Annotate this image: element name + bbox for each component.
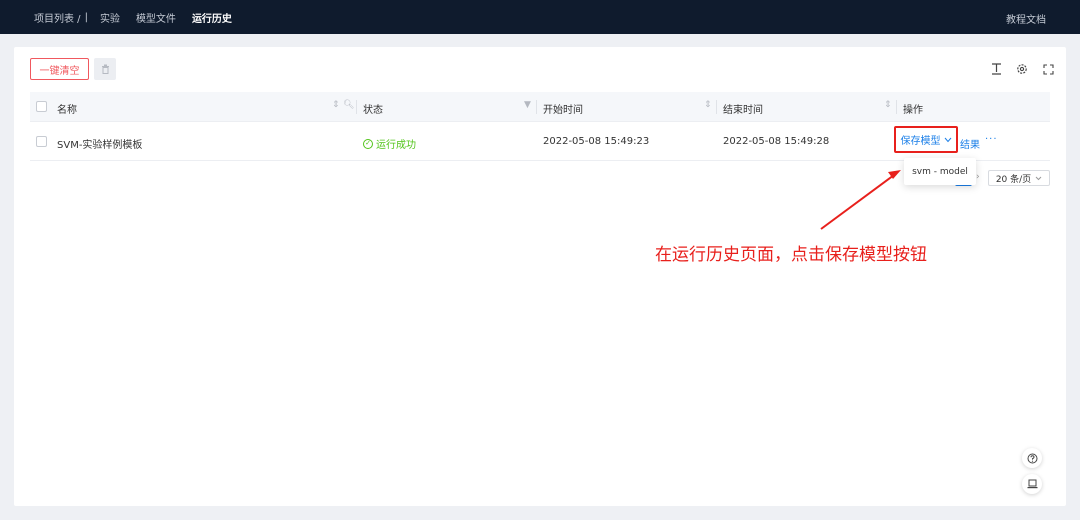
main-card: 一键清空 名称 ⇕ 🔍︎ 状态 ▼ 开始时间 ⇕ 结束时间 ⇕ 操作 SVM-实… — [14, 47, 1066, 506]
top-bar: 项目列表 / | 实验 模型文件 运行历史 教程文档 — [0, 0, 1080, 34]
breadcrumb-projects[interactable]: 项目列表 / — [34, 10, 81, 25]
nav-run-history[interactable]: 运行历史 — [192, 10, 232, 25]
help-button[interactable] — [1022, 448, 1042, 468]
breadcrumb-separator: | — [84, 11, 88, 23]
top-nav: 项目列表 / | 实验 模型文件 运行历史 — [34, 10, 248, 25]
laptop-icon — [1027, 479, 1037, 489]
help-icon — [1027, 453, 1037, 463]
docs-link[interactable]: 教程文档 — [1006, 11, 1046, 26]
annotation-arrow — [820, 170, 901, 230]
annotation-text: 在运行历史页面，点击保存模型按钮 — [655, 245, 927, 265]
nav-model-files[interactable]: 模型文件 — [136, 10, 176, 25]
nav-experiment[interactable]: 实验 — [100, 10, 120, 25]
feedback-button[interactable] — [1022, 474, 1042, 494]
